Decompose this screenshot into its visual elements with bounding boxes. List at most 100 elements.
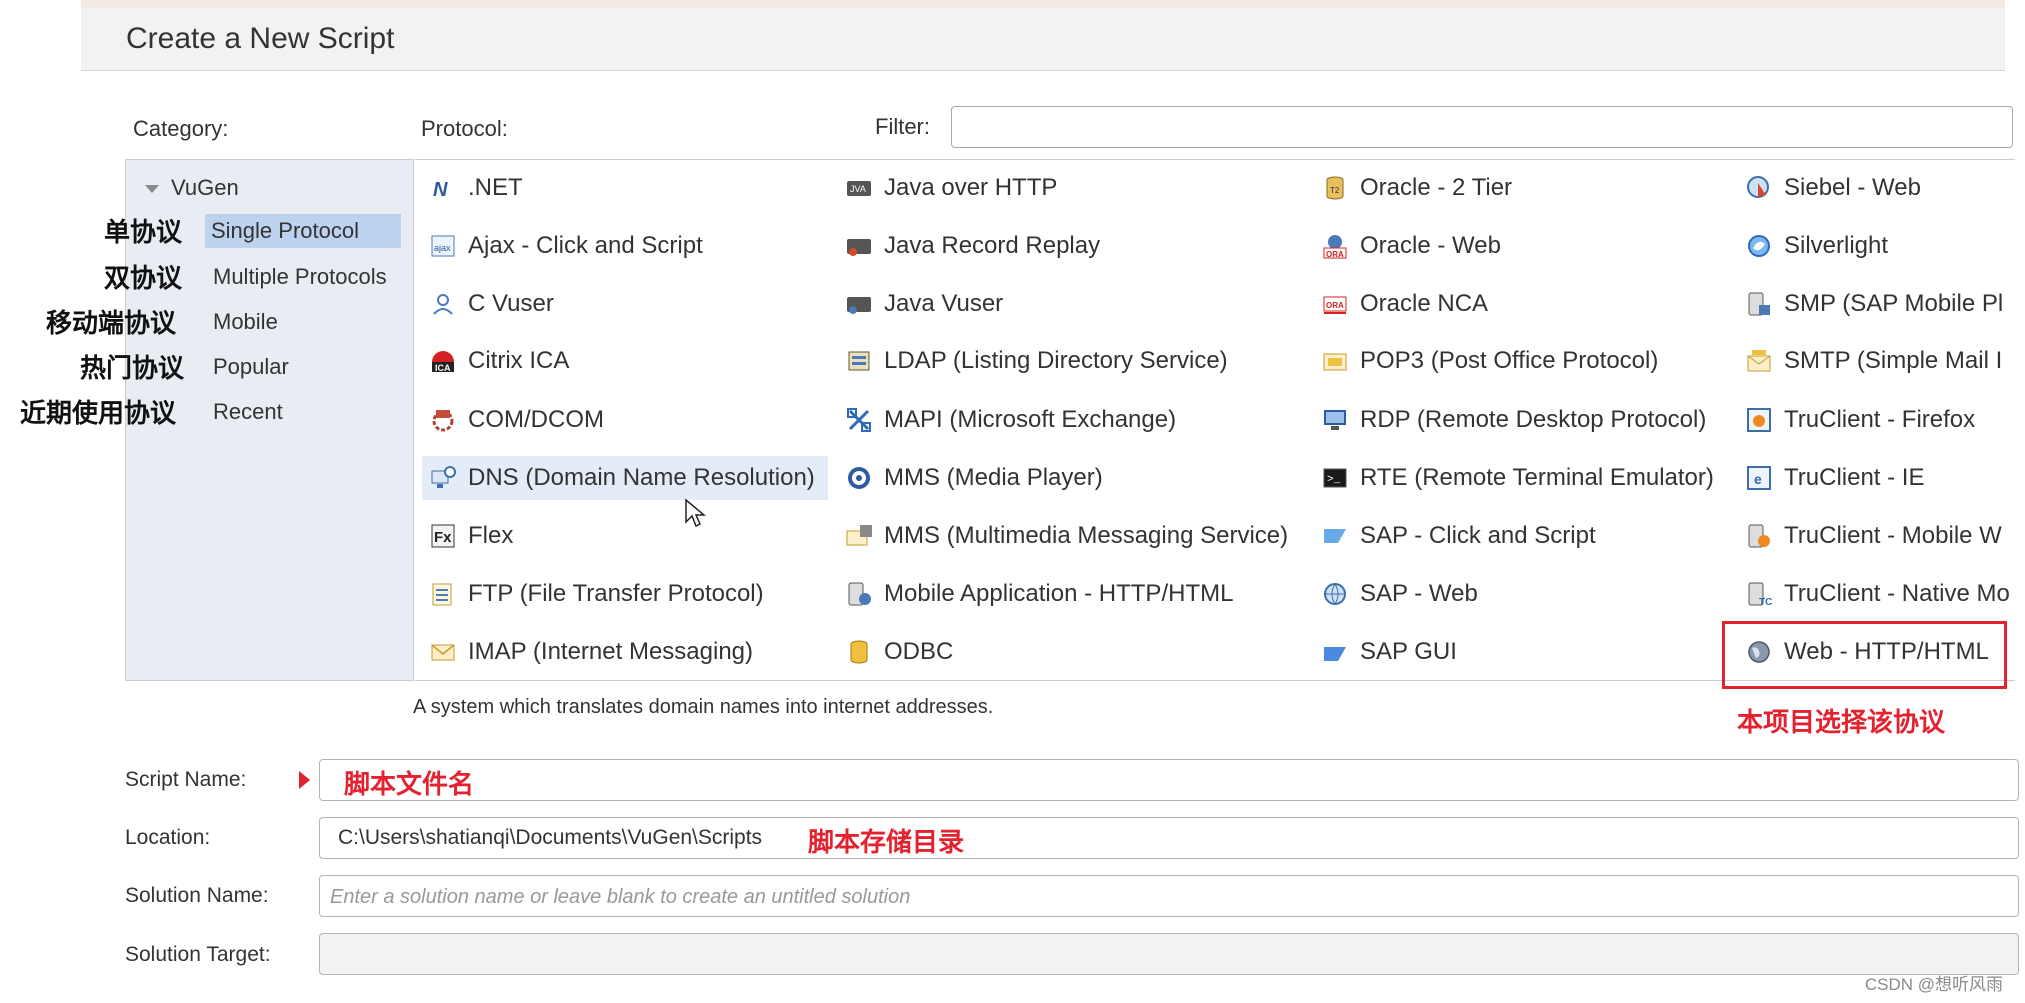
annotation-single-protocol: 单协议 [104,217,183,247]
oracle-web-icon: ORA [1322,233,1348,259]
annotation-location: 脚本存储目录 [808,827,965,857]
protocol-description: A system which translates domain names i… [413,696,994,718]
java-vuser-icon [846,291,872,317]
protocol-odbc[interactable]: ODBC [846,630,953,674]
svg-text:>_: >_ [1327,474,1341,486]
silverlight-icon [1746,233,1772,259]
protocol-c-vuser[interactable]: C Vuser [430,282,554,326]
ftp-icon [430,581,456,607]
oracle-nca-icon: ORA [1322,291,1348,317]
protocol-mapi[interactable]: MAPI (Microsoft Exchange) [846,398,1176,442]
svg-text:N: N [433,179,448,200]
protocol-pop3[interactable]: POP3 (Post Office Protocol) [1322,339,1658,383]
protocol-truclient-mobile-web[interactable]: TruClient - Mobile W [1746,514,2002,558]
protocol-java-record-replay[interactable]: Java Record Replay [846,224,1100,268]
dialog-title: Create a New Script [126,22,395,55]
protocol-mms-multimedia[interactable]: MMS (Multimedia Messaging Service) [846,514,1288,558]
protocol-oracle-2-tier[interactable]: T2 Oracle - 2 Tier [1322,166,1512,210]
citrix-icon: ICA [430,348,456,374]
location-input[interactable]: C:\Users\shatianqi\Documents\VuGen\Scrip… [319,817,2019,859]
user-icon [430,291,456,317]
protocol-ftp[interactable]: FTP (File Transfer Protocol) [430,572,764,616]
protocol-siebel-web[interactable]: Siebel - Web [1746,166,1921,210]
annotation-popular: 热门协议 [80,353,185,383]
protocol-label: Protocol: [421,116,508,141]
web-protocol-highlight-box [1722,621,2007,689]
filter-label: Filter: [875,114,930,139]
mms-icon [846,523,872,549]
protocol-truclient-firefox[interactable]: TruClient - Firefox [1746,398,1975,442]
database-icon [846,639,872,665]
truclient-mobile-icon [1746,523,1772,549]
protocol-truclient-ie[interactable]: e TruClient - IE [1746,456,1924,500]
category-item-popular[interactable]: Popular [207,350,295,384]
sap-gui-icon [1322,639,1348,665]
protocol-mms-media-player[interactable]: MMS (Media Player) [846,456,1103,500]
category-item-multiple-protocols[interactable]: Multiple Protocols [207,260,393,294]
java-icon: JVA [846,175,872,201]
solution-target-label: Solution Target: [125,943,271,966]
protocol-silverlight[interactable]: Silverlight [1746,224,1888,268]
annotation-recent: 近期使用协议 [20,398,177,428]
location-value: C:\Users\shatianqi\Documents\VuGen\Scrip… [338,826,763,849]
sap-web-icon [1322,581,1348,607]
protocol-java-over-http[interactable]: JVA Java over HTTP [846,166,1057,210]
category-root-vugen[interactable]: VuGen [145,175,239,201]
protocol-imap[interactable]: IMAP (Internet Messaging) [430,630,753,674]
annotation-multiple-protocols: 双协议 [104,263,183,293]
protocol-mobile-app-http[interactable]: Mobile Application - HTTP/HTML [846,572,1233,616]
watermark: CSDN @想听风雨 [1864,975,2003,994]
svg-text:e: e [1754,471,1762,487]
com-icon [430,407,456,433]
terminal-icon: >_ [1322,465,1348,491]
protocol-ajax[interactable]: ajax Ajax - Click and Script [430,224,703,268]
protocol-citrix-ica[interactable]: ICA Citrix ICA [430,339,569,383]
protocol-smp[interactable]: SMP (SAP Mobile Pl [1746,282,2003,326]
dotnet-icon: N [430,175,456,201]
truclient-firefox-icon [1746,407,1772,433]
collapse-triangle-icon[interactable] [145,185,159,194]
protocol-rdp[interactable]: RDP (Remote Desktop Protocol) [1322,398,1706,442]
truclient-ie-icon: e [1746,465,1772,491]
category-item-single-protocol[interactable]: Single Protocol [205,214,401,248]
protocol-sap-web[interactable]: SAP - Web [1322,572,1478,616]
solution-target-select[interactable] [319,933,2019,975]
protocol-smtp[interactable]: SMTP (Simple Mail I [1746,339,2002,383]
mail-icon [430,639,456,665]
required-arrow-icon [299,771,310,789]
protocol-oracle-nca[interactable]: ORA Oracle NCA [1322,282,1488,326]
svg-text:ICA: ICA [435,363,451,373]
category-item-mobile[interactable]: Mobile [207,305,284,339]
protocol-sap-gui[interactable]: SAP GUI [1322,630,1457,674]
pop3-icon [1322,348,1348,374]
protocol-oracle-web[interactable]: ORA Oracle - Web [1322,224,1501,268]
protocol-com-dcom[interactable]: COM/DCOM [430,398,604,442]
protocol-truclient-native-mobile[interactable]: TC TruClient - Native Mo [1746,572,2010,616]
oracle-icon: T2 [1322,175,1348,201]
protocol-sap-click-script[interactable]: SAP - Click and Script [1322,514,1596,558]
protocol-flex[interactable]: Fx Flex [430,514,513,558]
location-label: Location: [125,826,211,849]
svg-text:ORA: ORA [1326,301,1344,310]
svg-text:JVA: JVA [850,184,866,194]
category-item-recent[interactable]: Recent [207,395,289,429]
protocol-rte[interactable]: >_ RTE (Remote Terminal Emulator) [1322,456,1714,500]
filter-input[interactable] [951,106,2013,148]
protocol-ldap[interactable]: LDAP (Listing Directory Service) [846,339,1228,383]
mobile-icon [846,581,872,607]
sap-icon [1322,523,1348,549]
solution-name-input[interactable]: Enter a solution name or leave blank to … [319,875,2019,917]
flex-icon: Fx [430,523,456,549]
script-name-label: Script Name: [125,768,247,791]
rdp-icon [1322,407,1348,433]
protocol-dns[interactable]: DNS (Domain Name Resolution) [422,456,828,500]
protocol-dotnet[interactable]: N .NET [430,166,523,210]
annotation-web-protocol: 本项目选择该协议 [1737,707,1946,737]
media-player-icon [846,465,872,491]
protocol-java-vuser[interactable]: Java Vuser [846,282,1003,326]
ldap-icon [846,348,872,374]
category-root-label: VuGen [171,175,239,200]
smp-icon [1746,291,1772,317]
script-name-input[interactable] [319,759,2019,801]
svg-text:Fx: Fx [434,529,452,546]
